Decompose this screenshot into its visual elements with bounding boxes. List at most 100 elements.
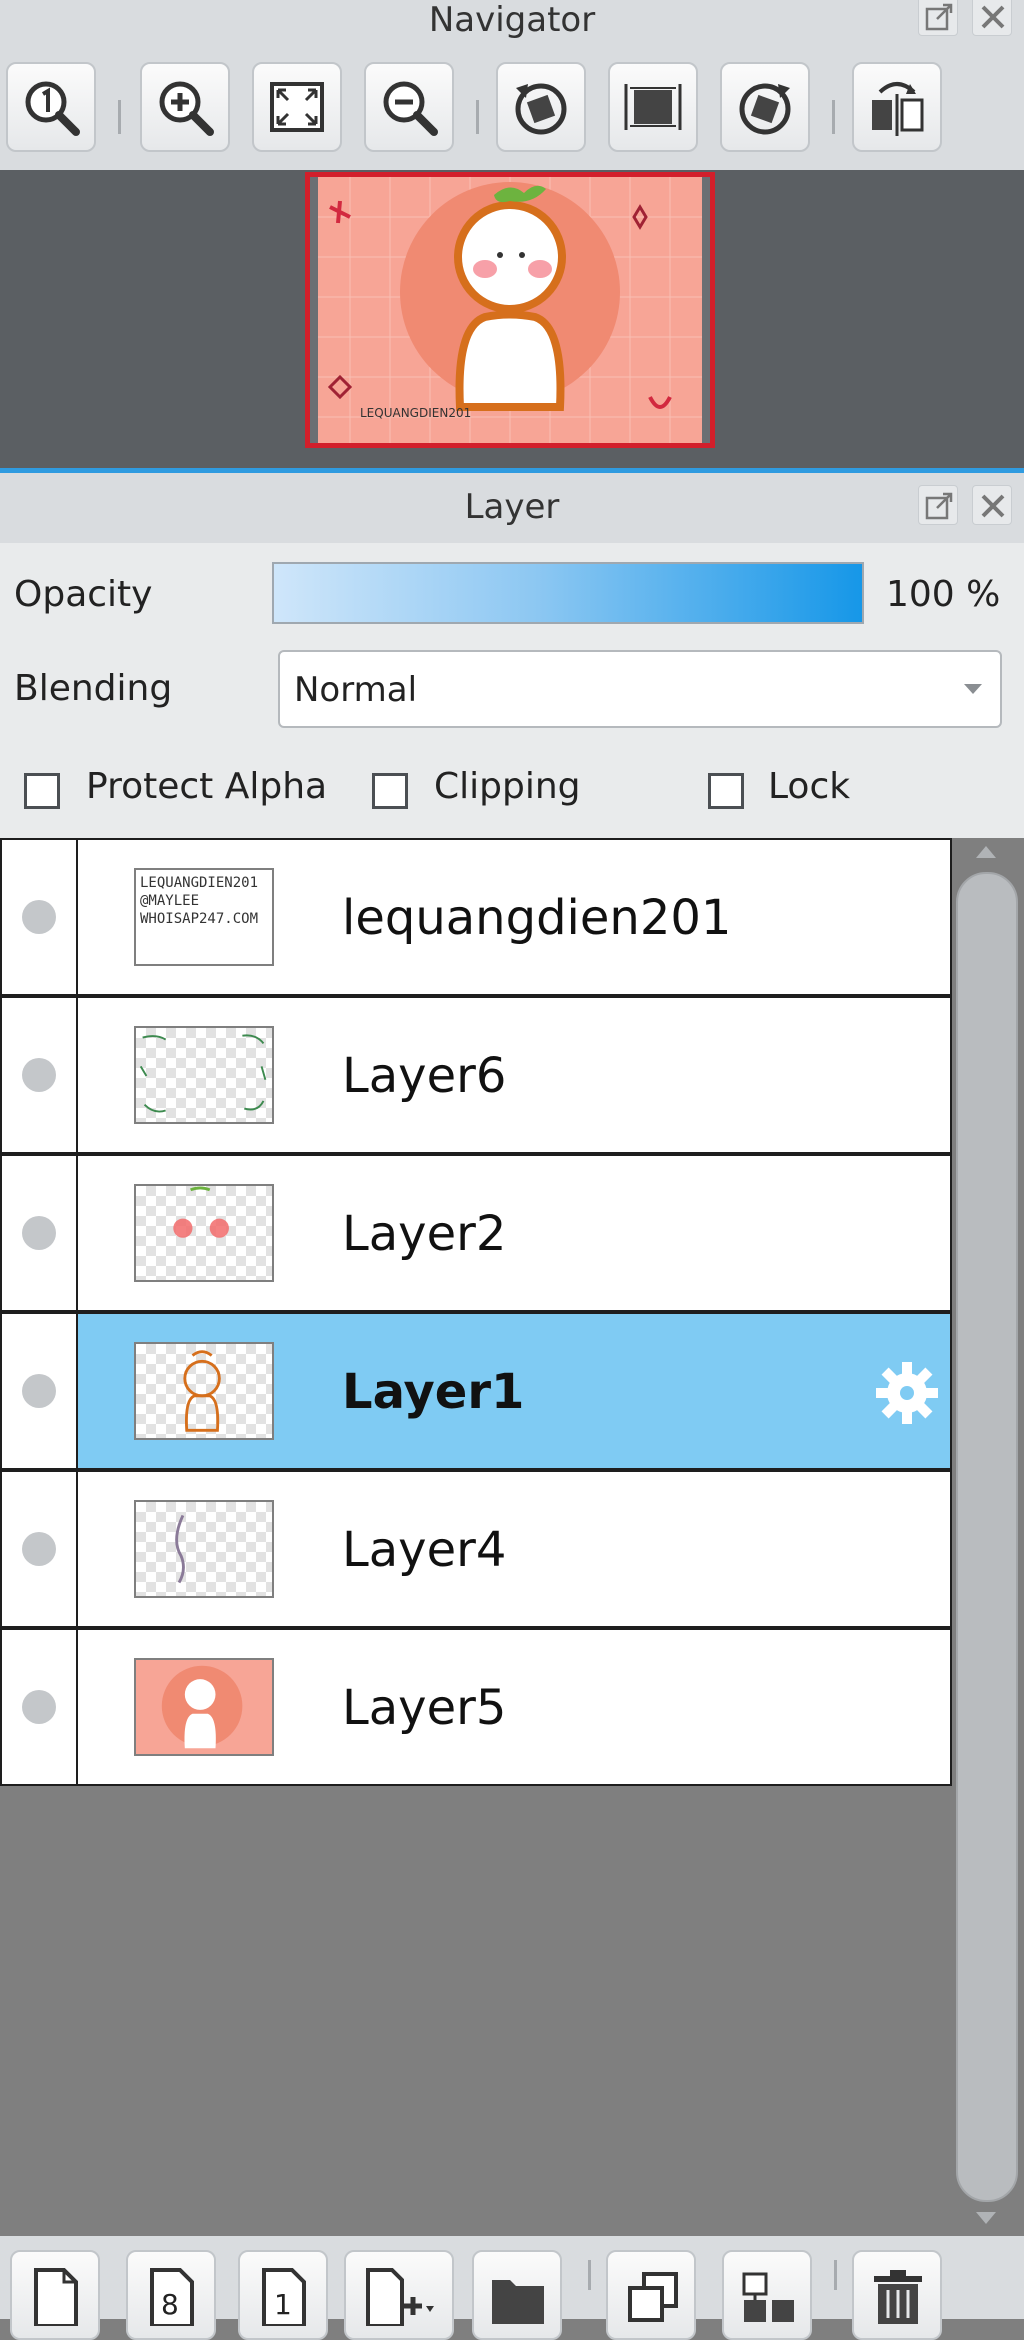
layer-row-layer4[interactable]: Layer4 (0, 1470, 952, 1628)
rotate-left-icon (515, 83, 567, 135)
lock-checkbox[interactable] (708, 773, 744, 809)
layer-thumbnail (134, 1658, 274, 1756)
trash-icon (874, 2270, 922, 2324)
zoom-in-button[interactable] (140, 62, 230, 152)
zoom-out-button[interactable] (364, 62, 454, 152)
duplicate-layer-button[interactable] (606, 2250, 696, 2340)
close-icon (981, 494, 1005, 518)
duplicate-icon (628, 2272, 678, 2322)
opacity-slider[interactable] (272, 562, 864, 624)
new-layer-button[interactable] (10, 2250, 100, 2340)
blending-label: Blending (14, 668, 173, 709)
layer-name: Layer2 (342, 1206, 507, 1262)
protect-alpha-checkbox[interactable] (24, 773, 60, 809)
visibility-dot-icon (22, 1690, 56, 1724)
blending-select[interactable]: Normal (278, 650, 1002, 728)
merge-icon (742, 2272, 794, 2322)
layer-close-button[interactable] (972, 485, 1012, 525)
toolbar-separator (118, 100, 121, 134)
layer-list-scrollbar[interactable] (956, 872, 1018, 2202)
protect-alpha-label: Protect Alpha (86, 766, 328, 807)
navigator-canvas-preview[interactable]: LEQUANGDIEN201 (305, 172, 715, 448)
lock-label: Lock (768, 766, 851, 807)
new-folder-button[interactable] (472, 2250, 562, 2340)
layer-thumb-image (173, 1186, 229, 1238)
layer-visibility-toggle[interactable] (2, 998, 78, 1152)
toolbar-separator (834, 2260, 837, 2290)
page-icon (34, 2268, 78, 2326)
blending-value: Normal (294, 670, 418, 710)
clipping-checkbox[interactable] (372, 773, 408, 809)
layer-thumbnail (134, 1342, 274, 1440)
reset-view-button[interactable] (608, 62, 698, 152)
zoom-1-icon (25, 81, 80, 136)
visibility-dot-icon (22, 1216, 56, 1250)
layer-name: Layer6 (342, 1048, 507, 1104)
navigator-popout-button[interactable] (918, 0, 958, 36)
navigator-toolbar (0, 40, 1024, 170)
add-layer-dropdown-button[interactable] (344, 2250, 454, 2340)
scroll-down-icon[interactable] (976, 2212, 996, 2224)
popout-icon (925, 3, 953, 31)
layer-thumbnail: LEQUANGDIEN201 @MAYLEE WHOISAP247.COM (134, 868, 274, 966)
canvas-thumbnail-image: LEQUANGDIEN201 (310, 177, 710, 443)
layer-row-layer6[interactable]: Layer6 (0, 996, 952, 1154)
layer-popout-button[interactable] (918, 485, 958, 525)
layer-visibility-toggle[interactable] (2, 1314, 78, 1468)
layer-row-layer1[interactable]: Layer1 (0, 1312, 952, 1470)
layer-visibility-toggle[interactable] (2, 1472, 78, 1626)
layer-visibility-toggle[interactable] (2, 1156, 78, 1310)
page-8-label: 8 (161, 2288, 179, 2321)
toolbar-separator (476, 100, 479, 134)
thumb-text-line: LEQUANGDIEN201 (140, 875, 259, 891)
flip-horizontal-button[interactable] (852, 62, 942, 152)
reset-icon (624, 84, 682, 130)
layer-panel-title: Layer (464, 487, 560, 527)
zoom-actual-button[interactable] (6, 62, 96, 152)
layer-thumb-image (161, 1665, 243, 1749)
layer-row-layer2[interactable]: Layer2 (0, 1154, 952, 1312)
delete-layer-button[interactable] (852, 2250, 942, 2340)
gear-icon[interactable] (872, 1358, 942, 1428)
layer-thumbnail (134, 1500, 274, 1598)
layer-name: Layer4 (342, 1522, 507, 1578)
zoom-out-icon (383, 81, 438, 136)
layer-thumb-image (139, 1034, 267, 1113)
layer-visibility-toggle[interactable] (2, 1630, 78, 1784)
layer-thumbnail (134, 1184, 274, 1282)
new-8bit-layer-button[interactable]: 8 (126, 2250, 216, 2340)
navigator-close-button[interactable] (972, 0, 1012, 36)
page-1-label: 1 (274, 2288, 292, 2321)
zoom-in-icon (159, 81, 214, 136)
visibility-dot-icon (22, 1058, 56, 1092)
fit-window-button[interactable] (252, 62, 342, 152)
opacity-label: Opacity (14, 574, 153, 615)
rotate-left-button[interactable] (496, 62, 586, 152)
toolbar-separator (588, 2260, 591, 2290)
thumb-text-line: WHOISAP247.COM (140, 911, 259, 927)
layer-row-lequangdien201[interactable]: LEQUANGDIEN201 @MAYLEE WHOISAP247.COM le… (0, 838, 952, 996)
layer-name: lequangdien201 (342, 890, 732, 946)
add-page-icon (366, 2268, 434, 2326)
layer-name: Layer1 (342, 1364, 525, 1420)
layer-row-layer5[interactable]: Layer5 (0, 1628, 952, 1786)
scroll-up-icon[interactable] (976, 846, 996, 858)
visibility-dot-icon (22, 1532, 56, 1566)
page-1-icon: 1 (262, 2268, 306, 2326)
flip-icon (872, 82, 924, 136)
folder-icon (492, 2280, 544, 2324)
navigator-title-bar: Navigator (0, 0, 1024, 40)
layer-title-bar: Layer (0, 473, 1024, 543)
layer-thumbnail (134, 1026, 274, 1124)
visibility-dot-icon (22, 1374, 56, 1408)
fit-icon (270, 82, 324, 132)
merge-down-button[interactable] (722, 2250, 812, 2340)
popout-icon (925, 492, 953, 520)
layer-thumb-image (175, 1514, 185, 1584)
new-1bit-layer-button[interactable]: 1 (238, 2250, 328, 2340)
navigator-title: Navigator (428, 0, 596, 40)
thumb-text-line: @MAYLEE (140, 893, 200, 909)
rotate-right-button[interactable] (720, 62, 810, 152)
rotate-right-icon (739, 83, 791, 135)
layer-visibility-toggle[interactable] (2, 840, 78, 994)
